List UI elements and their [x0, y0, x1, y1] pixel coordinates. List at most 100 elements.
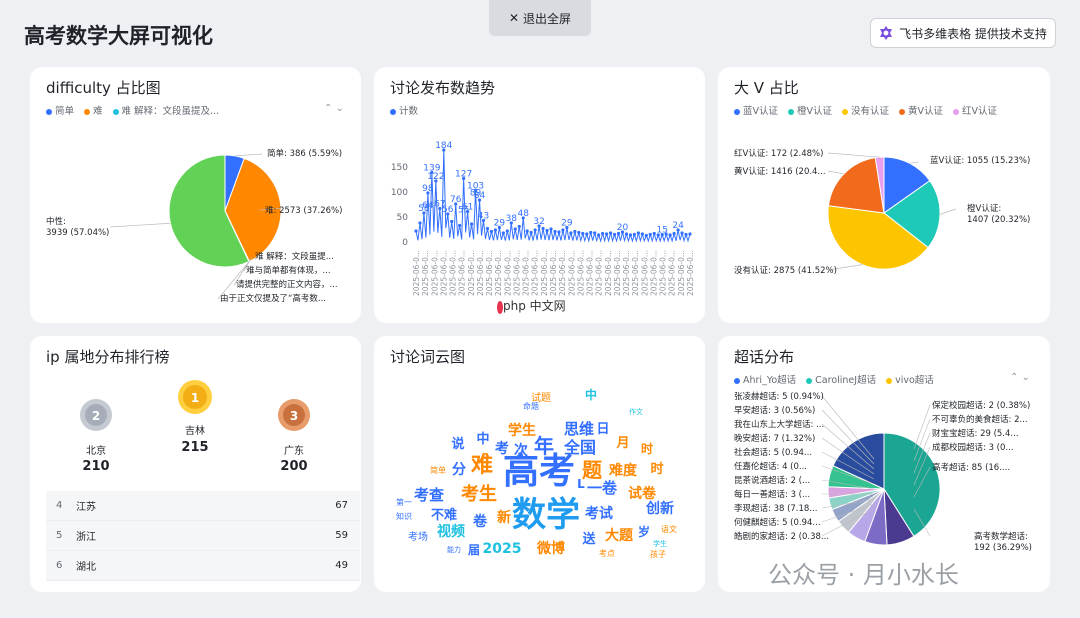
wordcloud-word[interactable]: 卷	[472, 513, 488, 530]
table-row[interactable]: 5 浙江 59	[46, 521, 360, 551]
data-point[interactable]	[680, 231, 684, 235]
wordcloud-word[interactable]: 2025	[483, 541, 522, 557]
data-point[interactable]	[628, 233, 633, 237]
wordcloud-word[interactable]: L	[577, 477, 585, 491]
slice-label: 蓝V认证: 1055 (15.23%)	[930, 155, 1030, 166]
data-point[interactable]	[545, 228, 549, 233]
data-point[interactable]	[632, 232, 637, 237]
data-point[interactable]	[608, 231, 613, 235]
wordcloud-word[interactable]: 第一	[396, 497, 412, 507]
wordcloud-word[interactable]: 简单	[430, 465, 446, 475]
data-point[interactable]	[458, 223, 462, 228]
data-point[interactable]	[501, 231, 505, 235]
wordcloud-word[interactable]: 时	[650, 461, 663, 477]
data-point[interactable]	[688, 232, 692, 236]
wordcloud-word[interactable]: 时	[641, 441, 653, 456]
wordcloud-word[interactable]: 考生	[461, 483, 497, 505]
wordcloud-word[interactable]: 送	[581, 531, 596, 547]
data-point[interactable]	[593, 231, 597, 235]
data-point[interactable]	[577, 230, 581, 235]
data-point[interactable]	[601, 231, 605, 236]
data-point[interactable]	[644, 233, 648, 238]
data-point[interactable]	[636, 231, 640, 235]
wordcloud-word[interactable]: 难	[470, 453, 493, 478]
table-row[interactable]: 6 湖北 49	[46, 551, 360, 581]
data-point[interactable]	[529, 230, 533, 235]
wordcloud-word[interactable]: 岁	[638, 524, 650, 539]
wordcloud-word[interactable]: 考查	[414, 486, 445, 504]
wordcloud-word[interactable]: 命题	[523, 401, 539, 411]
data-point[interactable]	[553, 229, 557, 234]
bigv-card: 大 V 占比 蓝V认证 橙V认证 没有认证 黄V认证 红V认证 蓝V认证: 10…	[718, 67, 1050, 323]
bigv-pie-chart: 蓝V认证: 1055 (15.23%) 橙V认证:1407 (20.32%) 没有认…	[734, 148, 1030, 276]
wordcloud-word[interactable]: 中	[476, 431, 489, 447]
wordcloud-word[interactable]: 全国	[563, 438, 596, 457]
data-point[interactable]	[533, 228, 537, 232]
wordcloud-word[interactable]: 届	[468, 543, 480, 557]
wordcloud-word[interactable]: 能力	[447, 545, 461, 554]
data-point[interactable]	[493, 228, 498, 232]
wordcloud-word[interactable]: 微博	[536, 540, 565, 557]
wordcloud-word[interactable]: 考点	[599, 549, 615, 558]
wordcloud-word[interactable]: 学生	[508, 422, 536, 439]
wordcloud-word[interactable]: 语文	[661, 524, 677, 534]
data-point[interactable]	[517, 224, 521, 229]
data-point[interactable]	[652, 231, 656, 236]
wordcloud-word[interactable]: 难度	[608, 462, 638, 479]
table-row[interactable]: 4 江苏 67	[46, 491, 360, 521]
data-point[interactable]	[469, 222, 474, 226]
data-point[interactable]	[561, 228, 565, 232]
wordcloud-word[interactable]: 学生	[653, 539, 667, 548]
data-point[interactable]	[414, 229, 418, 233]
wordcloud-word[interactable]: 数学	[512, 495, 580, 535]
data-point[interactable]	[668, 233, 672, 237]
wordcloud-word[interactable]: 月	[615, 436, 629, 451]
data-point[interactable]	[450, 219, 454, 224]
wordcloud-word[interactable]: 不难	[431, 507, 457, 523]
wordcloud-word[interactable]: 说	[451, 436, 464, 452]
wordcloud-word[interactable]: 分	[452, 462, 466, 478]
data-point[interactable]	[485, 226, 490, 231]
pie-slice[interactable]	[827, 157, 885, 214]
feishu-support-button[interactable]: 飞书多维表格 提供技术支持	[870, 18, 1056, 48]
wordcloud-word[interactable]: 知识	[396, 511, 412, 521]
data-point[interactable]	[573, 229, 577, 234]
wordcloud-word[interactable]: 一卷	[587, 479, 618, 497]
wordcloud-word[interactable]: 思维	[564, 420, 594, 438]
wordcloud-word[interactable]: 中	[585, 387, 597, 402]
wordcloud-word[interactable]: 作文	[629, 407, 643, 416]
wordcloud-word[interactable]: 新	[497, 509, 511, 526]
wordcloud-word[interactable]: 考试	[585, 505, 613, 522]
wordcloud-word[interactable]: 考	[495, 440, 509, 457]
data-point[interactable]	[549, 227, 553, 231]
exit-fullscreen-button[interactable]: ✕ 退出全屏	[489, 0, 591, 36]
wordcloud-word[interactable]: 日	[596, 422, 609, 437]
wordcloud-word[interactable]: 孩子	[650, 549, 666, 559]
data-point[interactable]	[589, 230, 593, 235]
data-point[interactable]	[569, 231, 573, 235]
wordcloud-word[interactable]: 视频	[437, 523, 465, 540]
data-point[interactable]	[612, 232, 617, 237]
wordcloud-word[interactable]: 次	[514, 442, 528, 459]
data-point[interactable]	[581, 231, 585, 236]
data-point[interactable]	[640, 232, 644, 236]
data-point[interactable]	[557, 230, 561, 234]
data-point[interactable]	[684, 232, 688, 237]
data-point[interactable]	[648, 232, 652, 237]
data-point[interactable]	[672, 231, 676, 236]
wordcloud-word[interactable]: 大题	[605, 527, 634, 544]
data-point[interactable]	[513, 227, 517, 231]
data-point[interactable]	[489, 229, 494, 234]
slice-label: 高考数学超话:	[974, 531, 1028, 542]
data-point[interactable]	[585, 232, 589, 236]
data-point[interactable]	[505, 229, 509, 233]
wordcloud-word[interactable]: 创新	[645, 500, 674, 517]
wordcloud-word[interactable]: 考场	[408, 530, 428, 543]
data-point[interactable]	[418, 221, 422, 225]
wordcloud-word[interactable]: 年	[534, 434, 554, 458]
data-point[interactable]	[605, 232, 609, 236]
data-point[interactable]	[597, 233, 601, 237]
data-point[interactable]	[525, 229, 529, 233]
data-point[interactable]	[541, 226, 545, 231]
wordcloud-word[interactable]: 试卷	[628, 485, 657, 502]
